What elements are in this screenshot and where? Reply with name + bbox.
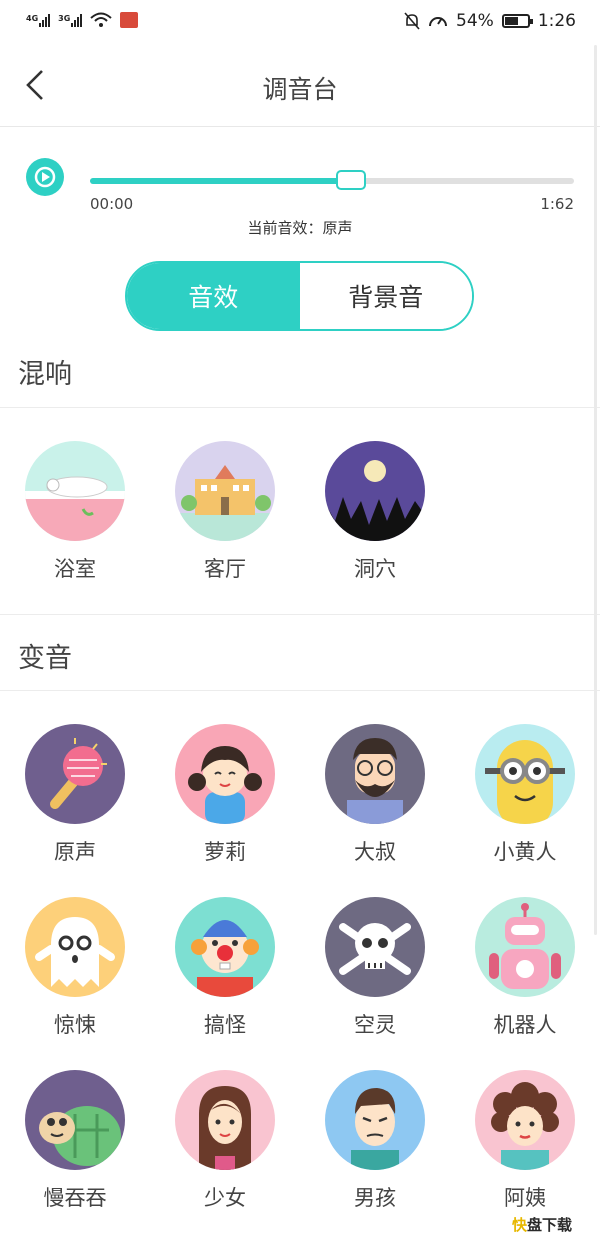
progress-track[interactable]	[90, 178, 574, 184]
skull-icon	[325, 897, 425, 997]
effect-label: 洞穴	[354, 557, 396, 581]
battery-icon	[501, 14, 533, 28]
voice-label: 男孩	[354, 1186, 396, 1210]
divider	[0, 614, 600, 615]
voice-label: 惊悚	[54, 1013, 96, 1037]
voice-label: 大叔	[354, 840, 396, 864]
effect-item-cave[interactable]: 洞穴	[323, 441, 427, 583]
voice-item-minion[interactable]: 小黄人	[473, 724, 577, 866]
mute-bell-icon	[404, 12, 420, 30]
divider	[0, 690, 600, 691]
voice-item-thriller[interactable]: 惊悚	[23, 897, 127, 1039]
boy-icon	[325, 1070, 425, 1170]
voice-item-uncle[interactable]: 大叔	[323, 724, 427, 866]
voice-item-auntie[interactable]: 阿姨	[473, 1070, 577, 1212]
effect-label: 客厅	[204, 557, 246, 581]
microphone-icon	[25, 724, 125, 824]
voice-label: 原声	[54, 840, 96, 864]
voice-label: 搞怪	[204, 1013, 246, 1037]
cave-moon-icon	[325, 441, 425, 541]
signal-3g-icon: 3G	[58, 13, 83, 27]
progress-fill	[90, 178, 352, 184]
app-notification-icon	[120, 12, 139, 28]
duration-time: 1:62	[540, 195, 574, 213]
voice-label: 空灵	[354, 1013, 396, 1037]
building-icon	[175, 441, 275, 541]
speed-gauge-icon	[429, 17, 448, 27]
battery-percent: 54%	[456, 11, 494, 31]
effect-item-bathroom[interactable]: 浴室	[23, 441, 127, 583]
tab-switch: 音效 背景音	[125, 261, 474, 331]
scrollbar[interactable]	[594, 45, 597, 935]
reverb-section-title: 混响	[18, 359, 72, 390]
voice-item-boy[interactable]: 男孩	[323, 1070, 427, 1212]
voice-item-slow[interactable]: 慢吞吞	[23, 1070, 127, 1212]
young-woman-icon	[175, 1070, 275, 1170]
bearded-man-icon	[325, 724, 425, 824]
watermark-logo: 快盘下载	[512, 1216, 573, 1234]
voice-label: 小黄人	[493, 840, 557, 864]
robot-icon	[475, 897, 575, 997]
header: 调音台	[0, 44, 600, 127]
clown-icon	[175, 897, 275, 997]
effect-label: 浴室	[54, 557, 96, 581]
ghost-icon	[25, 897, 125, 997]
voice-section-title: 变音	[18, 643, 72, 674]
voice-item-original[interactable]: 原声	[23, 724, 127, 866]
voice-label: 萝莉	[204, 840, 246, 864]
effect-item-living-room[interactable]: 客厅	[173, 441, 277, 583]
signal-4g-icon: 4G	[26, 13, 51, 27]
voice-item-loli[interactable]: 萝莉	[173, 724, 277, 866]
voice-item-robot[interactable]: 机器人	[473, 897, 577, 1039]
tab-effects[interactable]: 音效	[127, 263, 300, 329]
status-bar: 4G 3G 54% 1:26	[0, 0, 600, 44]
divider	[0, 407, 600, 408]
voice-label: 少女	[204, 1186, 246, 1210]
elapsed-time: 00:00	[90, 195, 134, 213]
voice-item-funny[interactable]: 搞怪	[173, 897, 277, 1039]
little-girl-icon	[175, 724, 275, 824]
current-effect-label: 当前音效：原声	[247, 219, 353, 237]
tab-background-sound[interactable]: 背景音	[299, 263, 472, 329]
clock: 1:26	[537, 11, 576, 31]
bathroom-icon	[25, 441, 125, 541]
play-icon	[34, 166, 56, 188]
voice-label: 阿姨	[504, 1186, 546, 1210]
play-button[interactable]	[26, 158, 64, 196]
voice-item-young-woman[interactable]: 少女	[173, 1070, 277, 1212]
progress-thumb[interactable]	[336, 170, 367, 190]
minion-icon	[475, 724, 575, 824]
turtle-icon	[25, 1070, 125, 1170]
voice-label: 机器人	[493, 1013, 557, 1037]
voice-item-ethereal[interactable]: 空灵	[323, 897, 427, 1039]
page-title: 调音台	[262, 75, 338, 104]
wifi-icon	[90, 12, 112, 27]
voice-label: 慢吞吞	[43, 1186, 107, 1210]
auntie-icon	[475, 1070, 575, 1170]
